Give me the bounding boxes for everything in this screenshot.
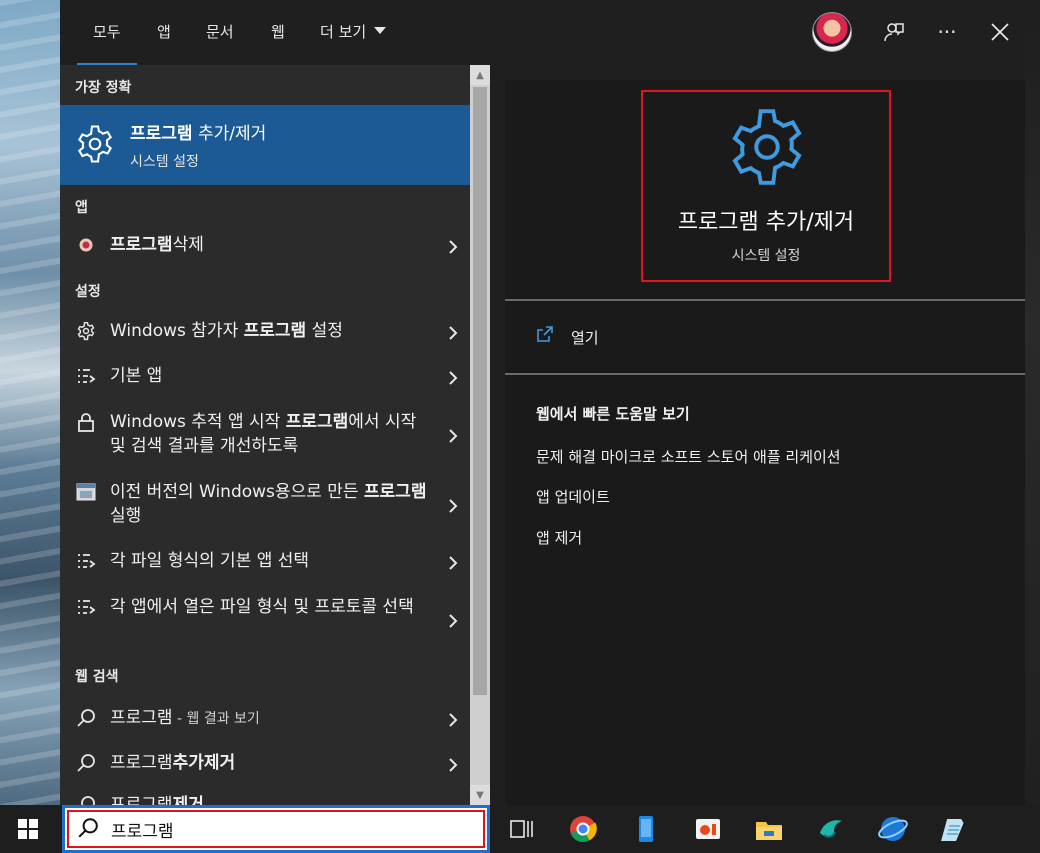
tab-documents[interactable]: 문서	[206, 21, 234, 42]
open-label: 열기	[571, 329, 599, 347]
windows-start-icon[interactable]	[18, 819, 38, 839]
web-result-label: 프로그램추가제거	[110, 753, 236, 773]
web-result-label: 프로그램제거	[110, 795, 204, 805]
best-match-title: 프로그램 추가/제거	[130, 124, 267, 144]
app-result-item[interactable]: 프로그램삭제	[60, 233, 470, 261]
web-result-item[interactable]: 프로그램 - 웹 결과 보기	[60, 706, 470, 734]
best-match-subtitle: 시스템 설정	[130, 154, 199, 170]
scroll-down-icon[interactable]: ▼	[470, 785, 490, 805]
settings-result-label: Windows 추적 앱 시작 프로그램에서 시작 및 검색 결과를 개선하도록	[110, 412, 417, 456]
chevron-right-icon	[449, 614, 458, 628]
file-explorer-icon[interactable]	[753, 813, 785, 845]
section-best-match: 가장 정확	[75, 80, 132, 96]
chevron-right-icon	[449, 713, 458, 727]
settings-result-item[interactable]: Windows 참가자 프로그램 설정	[60, 319, 470, 347]
settings-result-item[interactable]: 각 파일 형식의 기본 앱 선택	[60, 549, 470, 577]
task-view-icon[interactable]	[505, 813, 537, 845]
search-icon	[75, 794, 97, 805]
desktop-background	[0, 0, 62, 805]
web-result-item[interactable]: 프로그램추가제거	[60, 751, 470, 779]
search-icon	[75, 752, 97, 774]
phone-app-icon[interactable]	[630, 813, 662, 845]
settings-result-item[interactable]: 이전 버전의 Windows용으로 만든 프로그램 실행	[60, 480, 470, 532]
web-result-item[interactable]: 프로그램제거	[60, 793, 470, 805]
detail-hero: 프로그램 추가/제거 시스템 설정	[641, 90, 891, 282]
caret-down-icon	[374, 27, 387, 34]
tab-web[interactable]: 웹	[271, 21, 285, 42]
search-panel: 모두 앱 문서 웹 더 보기 ··· 가장 정확 프로그램 추가/제거 시스템 …	[60, 0, 1025, 805]
close-icon[interactable]	[986, 18, 1014, 46]
chrome-icon[interactable]	[567, 813, 599, 845]
web-result-label: 프로그램 - 웹 결과 보기	[110, 708, 260, 728]
settings-result-label: 기본 앱	[110, 366, 163, 386]
search-input[interactable]: 프로그램	[111, 817, 174, 842]
detail-subtitle: 시스템 설정	[731, 248, 801, 264]
gear-icon	[75, 320, 97, 342]
detail-pane: 프로그램 추가/제거 시스템 설정 열기 웹에서 빠른 도움말 보기 문제 해결…	[505, 80, 1025, 805]
search-icon	[75, 707, 97, 729]
app-icon[interactable]	[815, 813, 847, 845]
chevron-right-icon	[449, 240, 458, 254]
chevron-right-icon	[449, 499, 458, 513]
desktop-edge	[1025, 0, 1040, 805]
feedback-icon[interactable]	[880, 18, 908, 46]
gear-icon	[732, 109, 802, 185]
section-web-search: 웹 검색	[75, 669, 119, 685]
results-scrollbar[interactable]: ▲ ▼	[470, 65, 490, 805]
filter-bar: 모두 앱 문서 웹 더 보기 ···	[60, 0, 1025, 66]
section-apps: 앱	[75, 200, 88, 216]
settings-result-label: 이전 버전의 Windows용으로 만든 프로그램 실행	[110, 482, 427, 526]
tab-more[interactable]: 더 보기	[320, 21, 387, 42]
scroll-up-icon[interactable]: ▲	[470, 65, 490, 85]
settings-result-label: 각 파일 형식의 기본 앱 선택	[110, 551, 310, 571]
divider	[505, 373, 1025, 375]
lock-icon	[75, 411, 97, 433]
list-icon	[75, 550, 97, 572]
settings-result-item[interactable]: Windows 추적 앱 시작 프로그램에서 시작 및 검색 결과를 개선하도록	[60, 410, 470, 462]
results-list: 가장 정확 프로그램 추가/제거 시스템 설정 앱 프로그램삭제 설정 Wind…	[60, 65, 470, 805]
app-avatar-icon	[75, 234, 97, 256]
gear-icon	[77, 125, 113, 163]
settings-result-item[interactable]: 기본 앱	[60, 364, 470, 392]
chevron-right-icon	[449, 326, 458, 340]
tab-more-label: 더 보기	[320, 23, 367, 41]
divider	[505, 299, 1025, 301]
chevron-right-icon	[449, 429, 458, 443]
settings-result-label: 각 앱에서 열은 파일 형식 및 프로토콜 선택	[110, 597, 414, 617]
notepad-icon[interactable]	[940, 813, 972, 845]
user-avatar[interactable]	[812, 12, 852, 52]
scrollbar-thumb[interactable]	[473, 87, 487, 695]
list-icon	[75, 365, 97, 387]
presentation-app-icon[interactable]	[692, 813, 724, 845]
chevron-right-icon	[449, 371, 458, 385]
search-icon	[78, 818, 98, 838]
compat-icon	[75, 481, 97, 503]
taskbar-search-box[interactable]: 프로그램	[62, 805, 490, 853]
chevron-right-icon	[449, 556, 458, 570]
detail-title: 프로그램 추가/제거	[677, 210, 855, 235]
chevron-right-icon	[449, 758, 458, 772]
help-link[interactable]: 앱 제거	[536, 527, 582, 548]
tab-all[interactable]: 모두	[77, 21, 137, 66]
more-options-icon[interactable]: ···	[933, 18, 961, 46]
taskbar: 프로그램	[0, 805, 1040, 853]
help-title: 웹에서 빠른 도움말 보기	[536, 405, 690, 423]
section-settings: 설정	[75, 284, 101, 300]
list-icon	[75, 596, 97, 618]
browser-icon[interactable]	[877, 813, 909, 845]
help-link[interactable]: 앱 업데이트	[536, 486, 610, 507]
app-result-label: 프로그램삭제	[110, 235, 204, 255]
best-match-item[interactable]: 프로그램 추가/제거 시스템 설정	[60, 105, 470, 185]
open-external-icon	[537, 326, 553, 342]
settings-result-label: Windows 참가자 프로그램 설정	[110, 321, 343, 341]
help-link[interactable]: 문제 해결 마이크로 소프트 스토어 애플 리케이션	[536, 446, 841, 467]
tab-apps[interactable]: 앱	[157, 21, 171, 42]
settings-result-item[interactable]: 각 앱에서 열은 파일 형식 및 프로토콜 선택	[60, 595, 470, 647]
